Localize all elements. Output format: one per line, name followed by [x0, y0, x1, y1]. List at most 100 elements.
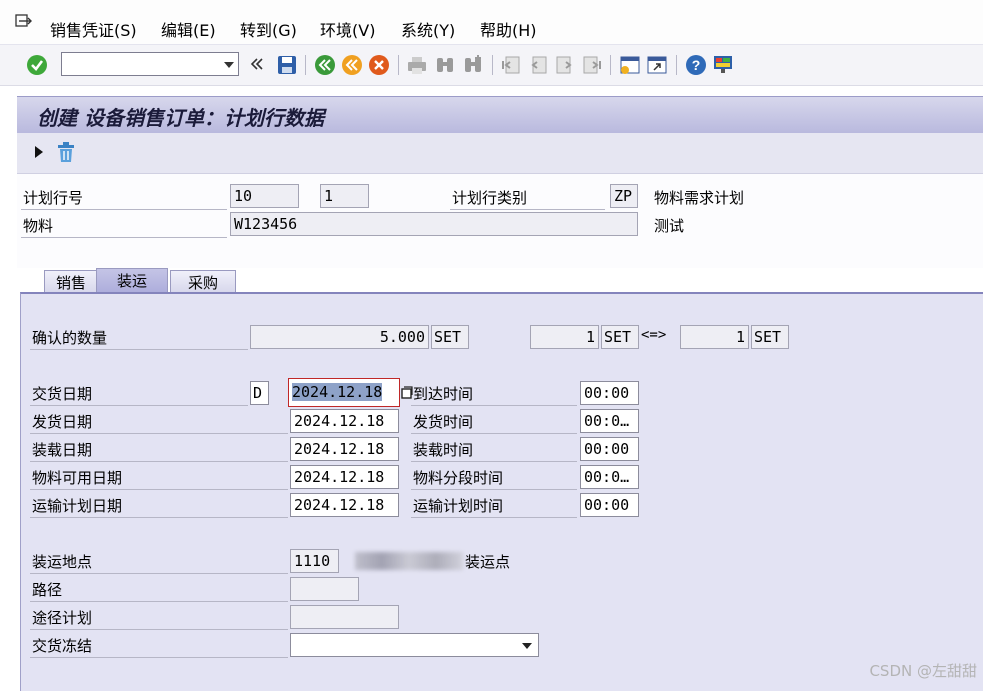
shipping-tab-panel: [20, 292, 983, 691]
conversion-left-unit: SET: [601, 325, 639, 349]
loading-date-label: 装载日期: [32, 441, 93, 459]
last-page-icon[interactable]: [581, 54, 603, 76]
delivery-date-field[interactable]: 2024.12.18: [288, 378, 400, 407]
conversion-right-qty: 1: [680, 325, 749, 349]
label-underline: [411, 517, 577, 518]
loading-date-field[interactable]: 2024.12.18: [290, 437, 399, 461]
shortcut-icon[interactable]: [646, 54, 668, 76]
schedule-line-label: 计划行号: [23, 189, 84, 207]
route-schedule-field: [290, 605, 399, 629]
menu-goto[interactable]: 转到(G): [240, 17, 297, 41]
enter-icon[interactable]: [26, 54, 48, 76]
toolbar-separator: [305, 55, 306, 75]
goods-issue-time-field[interactable]: 00:0…: [580, 409, 639, 433]
label-underline: [411, 433, 577, 434]
page-title: 创建 设备销售订单：计划行数据: [37, 106, 324, 130]
menu-sales-document[interactable]: 销售凭证(S): [50, 17, 137, 41]
print-icon[interactable]: [406, 54, 428, 76]
label-underline: [30, 489, 288, 490]
menu-bar: 销售凭证(S) 编辑(E) 转到(G) 环境(V) 系统(Y) 帮助(H): [0, 0, 983, 45]
delivery-date-value: 2024.12.18: [292, 383, 383, 401]
save-icon[interactable]: [276, 54, 298, 76]
prev-page-icon[interactable]: [527, 54, 549, 76]
title-bar: 创建 设备销售订单：计划行数据: [17, 96, 983, 134]
cancel-icon[interactable]: [368, 54, 390, 76]
help-icon[interactable]: ?: [685, 54, 707, 76]
find-icon[interactable]: [434, 54, 456, 76]
conversion-right-unit: SET: [751, 325, 789, 349]
next-page-icon[interactable]: [554, 54, 576, 76]
label-underline: [411, 489, 577, 490]
toolbar-separator: [398, 55, 399, 75]
tab-procurement[interactable]: 采购: [170, 270, 236, 292]
toolbar-separator: [676, 55, 677, 75]
menu-environment[interactable]: 环境(V): [320, 17, 375, 41]
loading-time-label: 装载时间: [413, 441, 474, 459]
application-toolbar: [17, 133, 983, 174]
tab-shipping[interactable]: 装运: [96, 268, 168, 292]
delivery-date-label: 交货日期: [32, 385, 93, 403]
expand-icon[interactable]: [33, 145, 45, 159]
schedule-line-item-field: 10: [230, 184, 299, 208]
menu-system[interactable]: 系统(Y): [401, 17, 455, 41]
arrival-time-label: 到达时间: [413, 385, 474, 403]
shipping-point-field: 1110: [290, 549, 339, 573]
find-next-icon[interactable]: [462, 54, 484, 76]
label-underline: [30, 405, 248, 406]
route-schedule-label: 途径计划: [32, 609, 93, 627]
command-field[interactable]: [61, 52, 239, 76]
material-availability-date-field[interactable]: 2024.12.18: [290, 465, 399, 489]
transport-planning-date-label: 运输计划日期: [32, 497, 123, 515]
confirmed-qty-label: 确认的数量: [32, 329, 108, 347]
route-label: 路径: [32, 581, 63, 599]
goods-issue-date-field[interactable]: 2024.12.18: [290, 409, 399, 433]
toolbar-separator: [492, 55, 493, 75]
goods-issue-date-label: 发货日期: [32, 413, 93, 431]
label-underline: [30, 657, 288, 658]
confirmed-qty-field: 5.000: [250, 325, 429, 349]
material-staging-time-label: 物料分段时间: [413, 469, 504, 487]
label-underline: [30, 433, 288, 434]
schedule-line-category-label: 计划行类别: [452, 189, 528, 207]
goods-issue-time-label: 发货时间: [413, 413, 474, 431]
label-underline: [411, 461, 577, 462]
material-staging-time-field[interactable]: 00:0…: [580, 465, 639, 489]
label-underline: [450, 209, 605, 210]
schedule-line-category-text: 物料需求计划: [654, 189, 745, 207]
menu-help[interactable]: 帮助(H): [480, 17, 537, 41]
label-underline: [21, 237, 227, 238]
menu-edit[interactable]: 编辑(E): [161, 17, 216, 41]
label-underline: [30, 349, 248, 350]
tab-sales[interactable]: 销售: [44, 270, 98, 292]
watermark: CSDN @左甜甜: [869, 662, 977, 680]
date-format-field[interactable]: D: [250, 381, 269, 405]
svg-text:?: ?: [692, 57, 701, 73]
first-page-icon[interactable]: [500, 54, 522, 76]
delete-icon[interactable]: [55, 141, 77, 163]
schedule-line-category-field: ZP: [610, 184, 638, 208]
label-underline: [30, 601, 288, 602]
delivery-block-label: 交货冻结: [32, 637, 93, 655]
chevron-down-icon[interactable]: [224, 62, 234, 68]
material-field: W123456: [230, 212, 638, 236]
arrival-time-field[interactable]: 00:00: [580, 381, 639, 405]
customize-layout-icon[interactable]: [712, 54, 734, 76]
label-underline: [30, 629, 288, 630]
confirmed-qty-unit: SET: [431, 325, 469, 349]
calendar-icon[interactable]: [401, 386, 413, 399]
new-session-icon[interactable]: [619, 54, 641, 76]
back-icon[interactable]: [314, 54, 336, 76]
exit-icon[interactable]: [341, 54, 363, 76]
delivery-block-dropdown[interactable]: [290, 633, 539, 657]
shipping-point-description: 装运点: [465, 553, 511, 571]
back-nav-icon[interactable]: [250, 57, 264, 71]
transport-planning-date-field[interactable]: 2024.12.18: [290, 493, 399, 517]
redacted-text: [355, 552, 463, 570]
system-menu-icon[interactable]: [15, 13, 35, 31]
label-underline: [30, 573, 288, 574]
transport-planning-time-label: 运输计划时间: [413, 497, 504, 515]
transport-planning-time-field[interactable]: 00:00: [580, 493, 639, 517]
label-underline: [30, 517, 288, 518]
chevron-down-icon[interactable]: [522, 643, 532, 649]
loading-time-field[interactable]: 00:00: [580, 437, 639, 461]
